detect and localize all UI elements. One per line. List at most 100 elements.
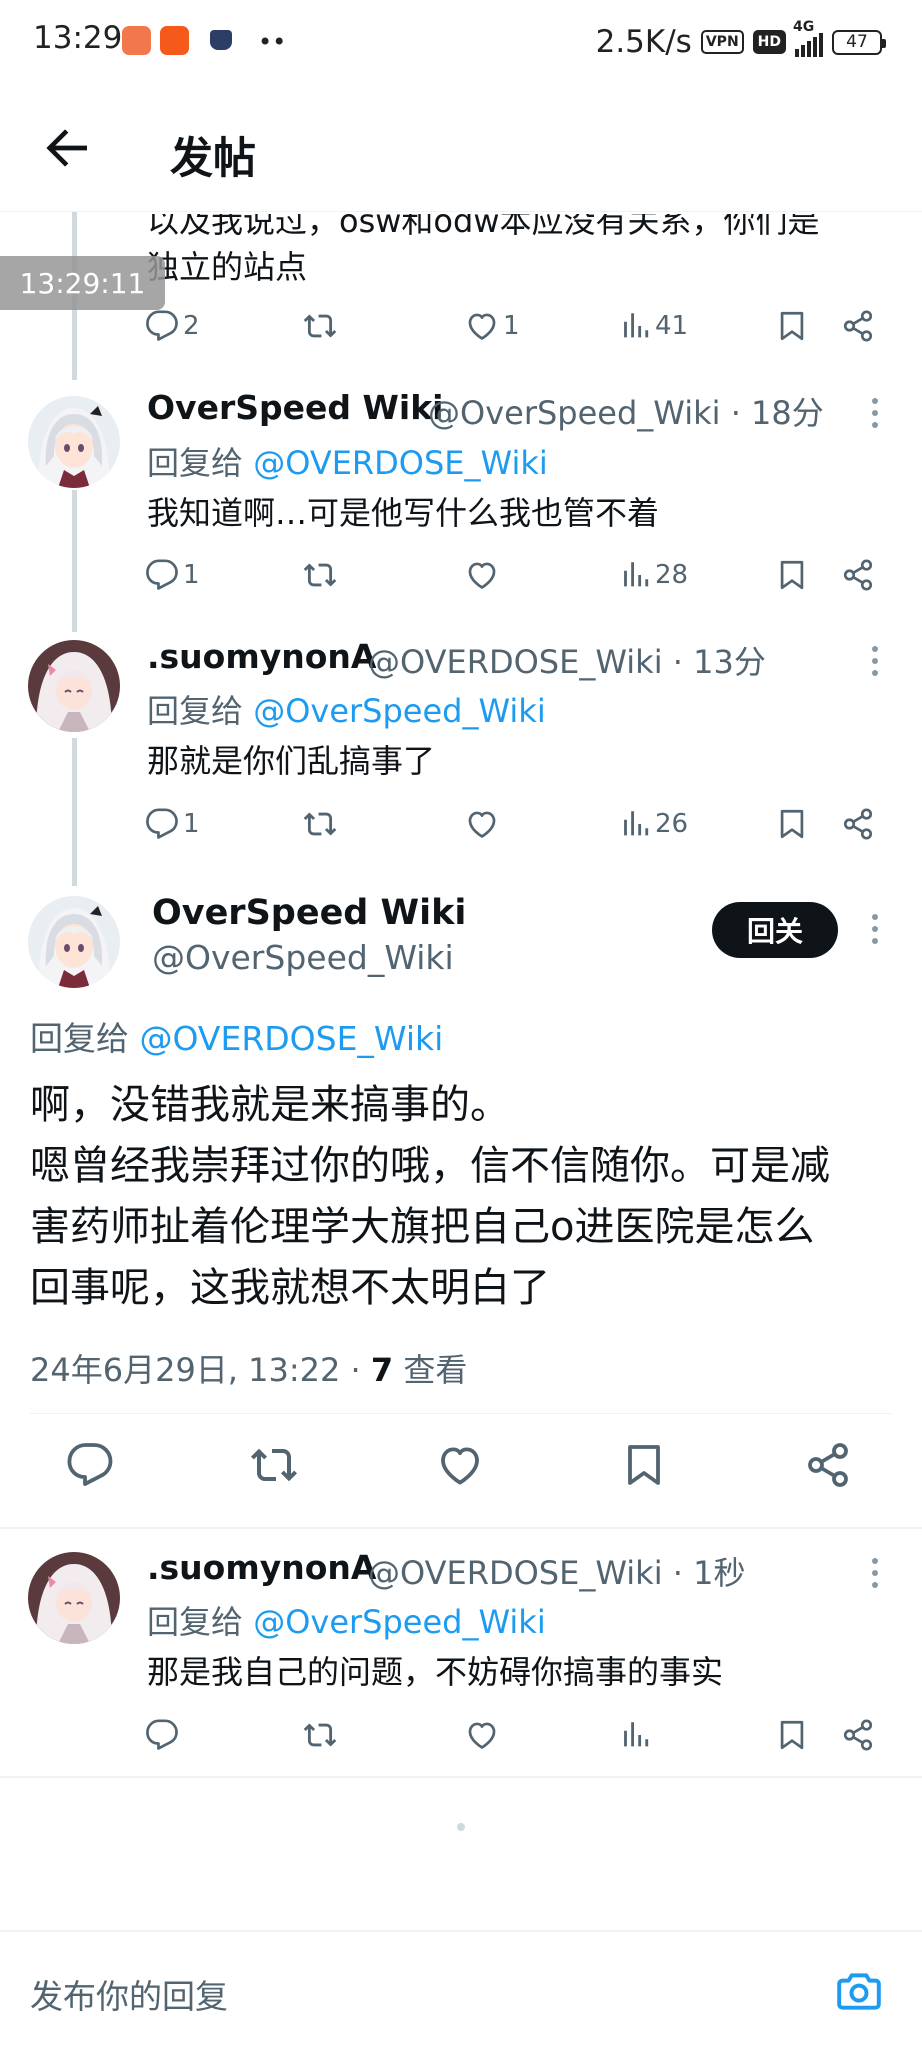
status-indicators: 2.5K/s VPN HD 4G 47 [596,19,886,64]
like-button[interactable] [465,553,499,597]
share-icon [841,309,875,343]
views-label: 查看 [393,1351,468,1389]
reply-button[interactable]: 1 [145,802,200,846]
bookmark-icon [775,558,809,592]
bookmark-button[interactable] [775,1713,809,1757]
share-icon [804,1441,852,1489]
bookmark-button[interactable] [775,553,809,597]
share-button[interactable] [841,802,875,846]
reply-icon [66,1441,114,1489]
reply-to-handle-link[interactable]: @OverSpeed_Wiki [253,1603,546,1641]
retweet-icon [303,558,337,592]
views-button[interactable]: 28 [617,553,688,597]
views-button[interactable] [617,1713,651,1757]
reply-to-handle-link[interactable]: @OVERDOSE_Wiki [253,444,548,482]
handle[interactable]: @OverSpeed_Wiki [152,938,454,977]
views-count: 26 [655,809,689,839]
retweet-button[interactable] [250,1443,298,1487]
reply-to-handle-link[interactable]: @OVERDOSE_Wiki [140,1019,444,1058]
tweet-text: 独立的站点 [147,248,308,286]
timestamp-text: 24年6月29日, 13:22 · [30,1351,371,1389]
reply-composer[interactable]: 发布你的回复 [0,1930,922,2048]
reply-button[interactable]: 2 [145,304,200,348]
reply-icon [145,807,179,841]
views-icon [617,558,651,592]
more-icon[interactable] [870,1558,880,1592]
more-icon[interactable] [870,914,880,948]
reply-button[interactable]: 1 [145,553,200,597]
reply-button[interactable] [66,1443,114,1487]
status-time: 13:29 [33,20,123,56]
tweet-text-line: 回事呢，这我就想不太明白了 [30,1265,550,1311]
reply-to-label: 回复给 [147,692,244,730]
reply-count: 2 [183,311,200,341]
retweet-button[interactable] [303,802,337,846]
retweet-icon [303,1718,337,1752]
tweet-text-line: 害药师扯着伦理学大旗把自己o进医院是怎么 [30,1204,815,1250]
share-button[interactable] [841,304,875,348]
retweet-button[interactable] [303,304,337,348]
handle-time: @OVERDOSE_Wiki · 13分 [368,643,766,681]
like-icon [465,558,499,592]
views-button[interactable]: 41 [617,304,688,348]
handle-time: @OverSpeed_Wiki · 18分 [428,394,824,432]
views-count: 41 [655,311,689,341]
more-icon[interactable] [870,646,880,680]
signal-icon: 4G [793,19,823,57]
reply-icon [145,309,179,343]
avatar[interactable] [28,640,120,732]
vpn-icon: VPN [700,30,744,54]
more-icon[interactable] [870,398,880,432]
share-button[interactable] [841,1713,875,1757]
back-arrow-icon[interactable] [38,120,94,176]
like-button[interactable] [436,1443,484,1487]
tweet-text-line: 嗯曾经我崇拜过你的哦，信不信随你。可是减 [30,1143,830,1189]
bookmark-icon [775,807,809,841]
retweet-button[interactable] [303,553,337,597]
avatar[interactable] [28,1552,120,1644]
reply-button[interactable] [145,1713,179,1757]
bookmark-button[interactable] [775,802,809,846]
share-button[interactable] [804,1443,852,1487]
like-icon [465,1718,499,1752]
reply-to: 回复给 @OVERDOSE_Wiki [147,438,548,484]
display-name[interactable]: OverSpeed Wiki [147,388,443,427]
battery-icon: 47 [832,29,886,55]
divider [30,1413,892,1414]
reply-to: 回复给 @OverSpeed_Wiki [147,1597,546,1643]
retweet-button[interactable] [303,1713,337,1757]
tweet-text-line: 啊，没错我就是来搞事的。 [30,1082,510,1128]
share-button[interactable] [841,553,875,597]
like-button[interactable]: 1 [465,304,520,348]
reply-to-handle-link[interactable]: @OverSpeed_Wiki [253,692,546,730]
page-title: 发帖 [170,134,256,184]
thread-line [72,490,77,632]
retweet-icon [303,309,337,343]
display-name[interactable]: .suomynonA [147,1548,376,1587]
follow-back-button[interactable]: 回关 [712,902,838,958]
reply-input[interactable]: 发布你的回复 [30,1970,228,2018]
reply-to: 回复给 @OverSpeed_Wiki [147,686,546,732]
network-type: 4G [793,19,815,35]
avatar[interactable] [28,396,120,488]
reply-to-label: 回复给 [147,444,244,482]
avatar[interactable] [28,896,120,988]
bookmark-button[interactable] [620,1443,668,1487]
like-button[interactable] [465,1713,499,1757]
tweet-actions: 1 26 [145,802,885,846]
retweet-icon [303,807,337,841]
display-name[interactable]: OverSpeed Wiki [152,893,466,933]
app-notification-icon [122,26,151,55]
tweet-text: 我知道啊…可是他写什么我也管不着 [147,494,660,532]
like-button[interactable] [465,802,499,846]
tweet-timestamp: 24年6月29日, 13:22 · 7 查看 [30,1345,467,1391]
views-button[interactable]: 26 [617,802,688,846]
display-name[interactable]: .suomynonA [147,637,376,676]
views-count: 7 [370,1351,394,1389]
tweet-actions [0,1443,922,1499]
bookmark-button[interactable] [775,304,809,348]
like-icon [436,1441,484,1489]
camera-icon[interactable] [834,1966,884,2016]
like-icon [465,309,499,343]
app-notification-icon [160,26,189,55]
